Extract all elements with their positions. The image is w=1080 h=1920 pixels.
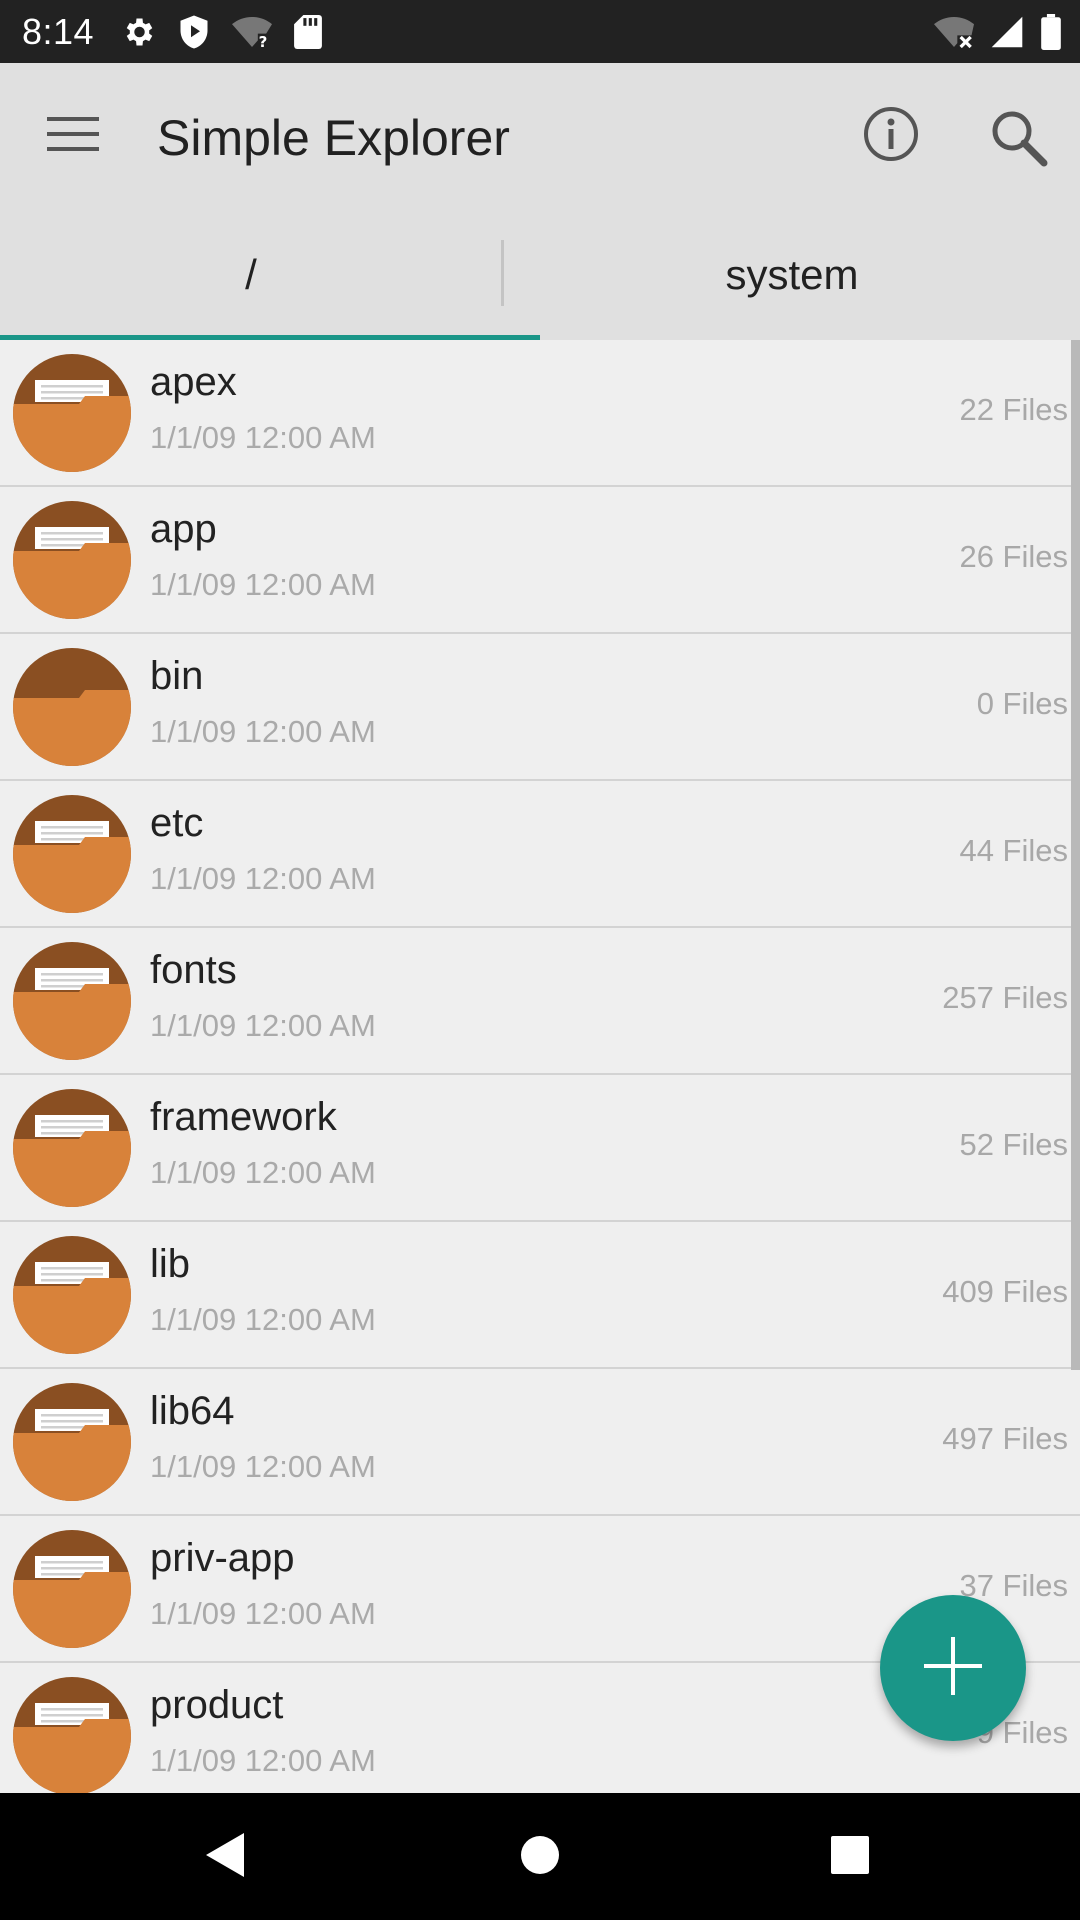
file-name: framework: [150, 1095, 337, 1139]
status-time: 8:14: [22, 10, 95, 52]
file-count: 409 Files: [942, 1274, 1068, 1309]
file-date: 1/1/09 12:00 AM: [150, 1155, 376, 1190]
shield-play-icon: [178, 14, 210, 50]
file-date: 1/1/09 12:00 AM: [150, 420, 376, 455]
file-date: 1/1/09 12:00 AM: [150, 714, 376, 749]
folder-icon: [13, 1236, 131, 1354]
file-row[interactable]: etc 1/1/09 12:00 AM 44 Files: [0, 781, 1080, 928]
file-count: 497 Files: [942, 1421, 1068, 1456]
hamburger-menu-icon: [47, 115, 99, 158]
file-name: bin: [150, 654, 204, 698]
folder-icon: [13, 354, 131, 472]
folder-icon: [13, 942, 131, 1060]
add-fab-button[interactable]: [880, 1595, 1026, 1741]
info-icon: [862, 105, 920, 168]
menu-button[interactable]: [34, 103, 112, 169]
status-bar: 8:14 ?: [0, 0, 1080, 63]
file-row[interactable]: lib64 1/1/09 12:00 AM 497 Files: [0, 1369, 1080, 1516]
tab-root[interactable]: /: [0, 210, 502, 340]
file-count: 0 Files: [976, 686, 1068, 721]
file-name: apex: [150, 360, 237, 404]
file-row[interactable]: apex 1/1/09 12:00 AM 22 Files: [0, 340, 1080, 487]
file-date: 1/1/09 12:00 AM: [150, 1008, 376, 1043]
tab-system[interactable]: system: [504, 210, 1080, 340]
file-date: 1/1/09 12:00 AM: [150, 1743, 376, 1778]
file-date: 1/1/09 12:00 AM: [150, 1449, 376, 1484]
file-row[interactable]: lib 1/1/09 12:00 AM 409 Files: [0, 1222, 1080, 1369]
settings-gear-icon: [120, 14, 156, 50]
file-row[interactable]: app 1/1/09 12:00 AM 26 Files: [0, 487, 1080, 634]
file-date: 1/1/09 12:00 AM: [150, 1302, 376, 1337]
search-button[interactable]: [980, 101, 1056, 177]
folder-icon: [13, 1677, 131, 1793]
nav-back-button[interactable]: [190, 1821, 262, 1893]
back-triangle-icon: [202, 1830, 250, 1885]
nav-recents-button[interactable]: [814, 1821, 886, 1893]
file-row[interactable]: fonts 1/1/09 12:00 AM 257 Files: [0, 928, 1080, 1075]
folder-icon: [13, 1530, 131, 1648]
folder-icon: [13, 1089, 131, 1207]
file-name: priv-app: [150, 1536, 295, 1580]
file-name: fonts: [150, 948, 237, 992]
file-count: 26 Files: [959, 539, 1068, 574]
file-count: 257 Files: [942, 980, 1068, 1015]
file-count: 44 Files: [959, 833, 1068, 868]
folder-icon: [13, 648, 131, 766]
screen: 8:14 ? Simple Explorer / system apex 1/1…: [0, 0, 1080, 1920]
app-bar: Simple Explorer: [0, 63, 1080, 210]
battery-icon: [1040, 13, 1062, 50]
wifi-off-icon: [934, 15, 974, 49]
home-circle-icon: [518, 1833, 562, 1882]
folder-icon: [13, 501, 131, 619]
svg-text:?: ?: [259, 33, 268, 49]
navigation-bar: [0, 1793, 1080, 1920]
file-row[interactable]: bin 1/1/09 12:00 AM 0 Files: [0, 634, 1080, 781]
file-name: etc: [150, 801, 204, 845]
info-button[interactable]: [856, 101, 926, 171]
folder-icon: [13, 1383, 131, 1501]
status-notification-icons: ?: [120, 14, 322, 50]
plus-icon: [920, 1633, 986, 1704]
list-scrollbar[interactable]: [1071, 340, 1080, 1370]
wifi-unknown-icon: ?: [232, 15, 273, 49]
file-row[interactable]: framework 1/1/09 12:00 AM 52 Files: [0, 1075, 1080, 1222]
file-name: lib: [150, 1242, 191, 1286]
folder-icon: [13, 795, 131, 913]
nav-home-button[interactable]: [504, 1821, 576, 1893]
file-name: lib64: [150, 1389, 235, 1433]
path-tabs: / system: [0, 210, 1080, 340]
file-name: product: [150, 1683, 284, 1727]
file-count: 22 Files: [959, 392, 1068, 427]
file-date: 1/1/09 12:00 AM: [150, 861, 376, 896]
file-count: 52 Files: [959, 1127, 1068, 1162]
recents-square-icon: [828, 1833, 872, 1882]
cellular-signal-icon: [990, 15, 1024, 49]
file-name: app: [150, 507, 217, 551]
sd-card-icon: [294, 14, 322, 49]
file-list[interactable]: apex 1/1/09 12:00 AM 22 Files app 1/1/09 12:…: [0, 340, 1080, 1793]
search-icon: [988, 107, 1048, 172]
app-title: Simple Explorer: [157, 110, 510, 166]
file-date: 1/1/09 12:00 AM: [150, 567, 376, 602]
status-system-icons: [934, 0, 1062, 63]
file-date: 1/1/09 12:00 AM: [150, 1596, 376, 1631]
